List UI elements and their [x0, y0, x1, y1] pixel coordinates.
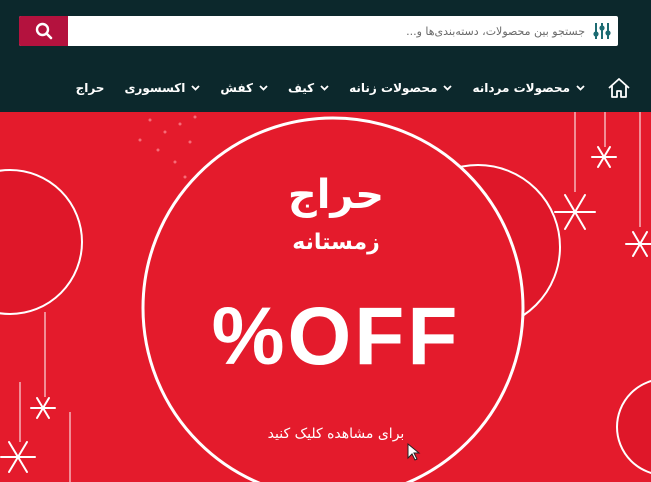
nav-item-accessories[interactable]: اکسسوری	[124, 81, 201, 95]
chevron-down-icon	[191, 85, 201, 91]
main-nav: محصولات مردانه محصولات زنانه کیف کفش اکس…	[56, 70, 651, 106]
chevron-down-icon	[576, 85, 585, 91]
nav-item-bags[interactable]: کیف	[288, 81, 329, 95]
site-header: محصولات مردانه محصولات زنانه کیف کفش اکس…	[0, 0, 651, 112]
nav-item-label: کیف	[287, 81, 315, 95]
nav-item-shoes[interactable]: کفش	[220, 81, 268, 95]
cursor-icon	[407, 442, 421, 461]
nav-item-label: محصولات مردانه	[472, 81, 570, 95]
nav-item-label: کفش	[220, 81, 253, 95]
sale-banner[interactable]: حراج زمستانه %OFF برای مشاهده کلیک کنید	[0, 112, 651, 482]
banner-cta-label: برای مشاهده کلیک کنید	[267, 426, 405, 442]
home-icon	[608, 78, 630, 98]
banner-subtitle: زمستانه	[292, 230, 380, 255]
banner-cta[interactable]: برای مشاهده کلیک کنید	[246, 426, 426, 462]
nav-item-sale[interactable]: حراج	[76, 81, 105, 95]
sliders-icon[interactable]	[592, 21, 612, 41]
banner-off-text: %OFF	[211, 291, 461, 382]
nav-item-mens[interactable]: محصولات مردانه	[472, 81, 585, 95]
search-icon	[35, 22, 52, 40]
chevron-down-icon	[259, 85, 268, 91]
nav-item-label: حراج	[75, 81, 105, 95]
home-link[interactable]	[607, 77, 631, 99]
nav-item-label: محصولات زنانه	[349, 81, 438, 95]
search-input[interactable]	[75, 16, 585, 46]
nav-item-label: اکسسوری	[124, 81, 186, 95]
banner-title: حراج	[287, 172, 385, 218]
chevron-down-icon	[443, 85, 453, 91]
chevron-down-icon	[320, 85, 329, 91]
search-button[interactable]	[19, 16, 68, 46]
nav-item-womens[interactable]: محصولات زنانه	[349, 81, 453, 95]
search-bar	[19, 16, 618, 46]
